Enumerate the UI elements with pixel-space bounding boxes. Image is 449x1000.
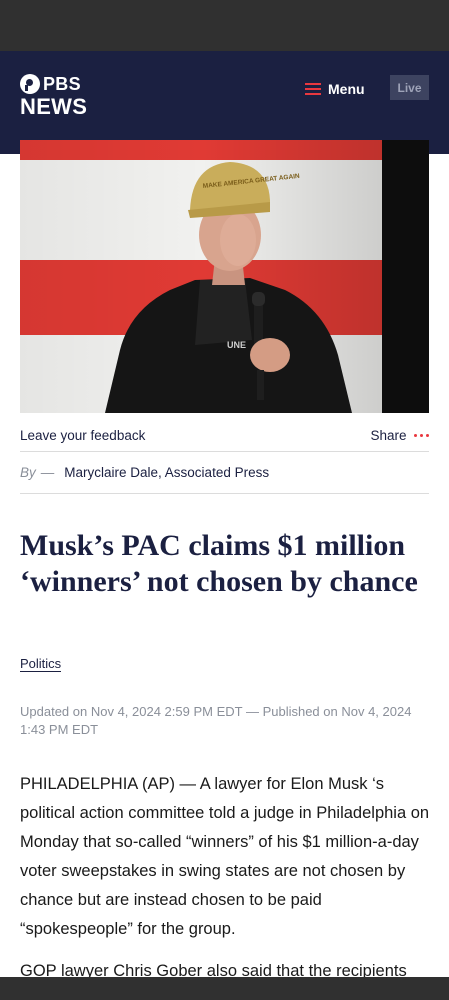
pbs-news-logo[interactable]: PBS NEWS: [20, 73, 87, 118]
hero-image: UNE MAKE AMERICA GREAT AGAIN: [20, 140, 429, 413]
article-body: PHILADELPHIA (AP) — A lawyer for Elon Mu…: [20, 770, 430, 999]
svg-text:UNE: UNE: [227, 340, 246, 350]
hero-photo-svg: UNE MAKE AMERICA GREAT AGAIN: [20, 140, 429, 413]
browser-top-bar: [0, 0, 449, 51]
logo-news-text: NEWS: [20, 94, 88, 119]
article-paragraph: PHILADELPHIA (AP) — A lawyer for Elon Mu…: [20, 775, 430, 938]
by-label: By: [20, 465, 36, 480]
menu-label: Menu: [328, 81, 365, 97]
by-dash: —: [40, 465, 55, 480]
hamburger-icon: [305, 83, 321, 95]
pbs-head-icon: [20, 74, 40, 94]
publish-dates: Updated on Nov 4, 2024 2:59 PM EDT — Pub…: [20, 704, 412, 737]
category-link[interactable]: Politics: [20, 656, 62, 672]
feedback-share-bar: Leave your feedback Share: [20, 420, 429, 452]
more-dots-icon: [413, 433, 429, 438]
live-button[interactable]: Live: [390, 75, 429, 100]
share-button[interactable]: Share: [370, 428, 429, 443]
article-headline: Musk’s PAC claims $1 million ‘winners’ n…: [20, 529, 418, 598]
share-label: Share: [370, 428, 407, 443]
menu-button[interactable]: Menu: [305, 78, 365, 100]
logo-pbs-text: PBS: [43, 73, 81, 94]
browser-bottom-bar: [0, 977, 449, 1000]
byline: By — Maryclaire Dale, Associated Press: [20, 452, 429, 494]
author-link[interactable]: Maryclaire Dale, Associated Press: [64, 465, 269, 480]
leave-feedback-link[interactable]: Leave your feedback: [20, 428, 145, 443]
